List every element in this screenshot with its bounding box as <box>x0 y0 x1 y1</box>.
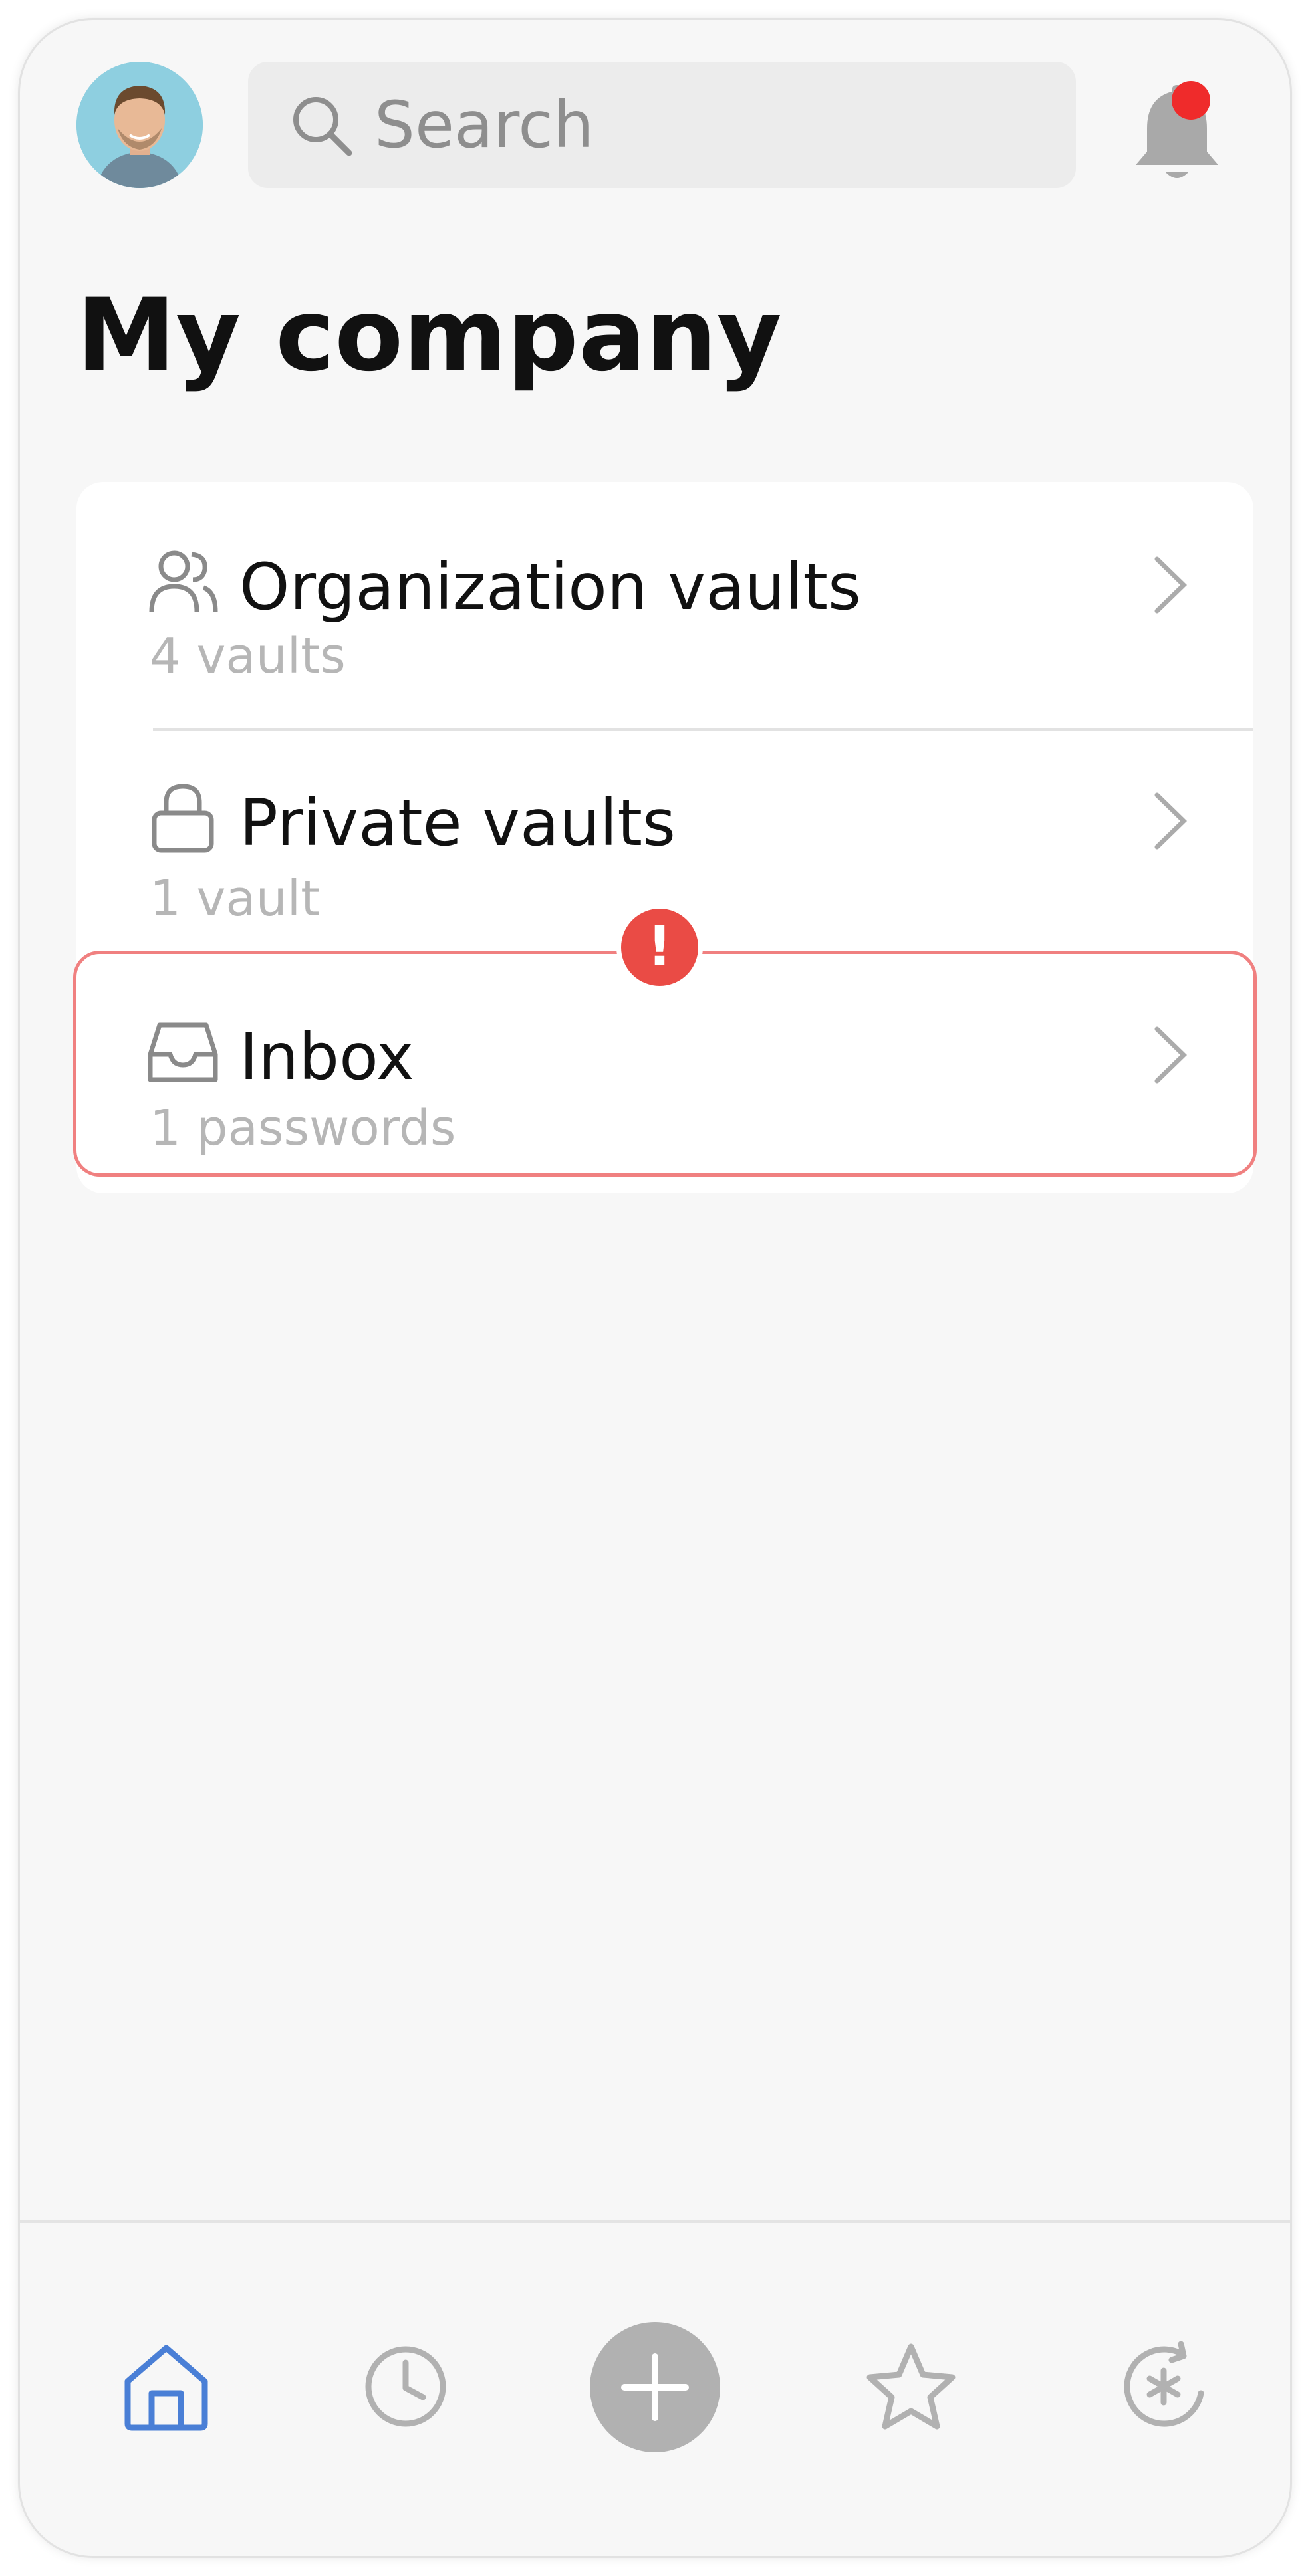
users-icon <box>149 550 218 612</box>
tabbar-divider <box>20 2220 1290 2223</box>
row-subtitle: 1 vault <box>150 870 321 927</box>
row-title: Private vaults <box>239 786 676 860</box>
chevron-right-icon <box>1154 556 1188 614</box>
row-title: Organization vaults <box>239 550 862 624</box>
notification-badge <box>1172 81 1210 120</box>
divider <box>153 728 1253 731</box>
star-icon[interactable] <box>864 2340 958 2433</box>
page-title: My company <box>76 278 782 394</box>
app-screen: Search My company Organization vaults 4 … <box>20 20 1290 2556</box>
clock-icon[interactable] <box>359 2340 452 2433</box>
home-icon[interactable] <box>120 2340 213 2433</box>
chevron-right-icon <box>1154 1026 1188 1084</box>
avatar-image <box>76 62 203 188</box>
search-icon <box>293 97 352 156</box>
add-button[interactable] <box>590 2322 720 2452</box>
password-generator-icon[interactable] <box>1117 2340 1210 2433</box>
row-subtitle: 4 vaults <box>150 628 346 685</box>
row-subtitle: 1 passwords <box>150 1100 456 1157</box>
add-icon <box>621 2353 689 2421</box>
inbox-icon <box>148 1022 218 1082</box>
lock-icon <box>152 784 214 853</box>
chevron-right-icon <box>1154 792 1188 850</box>
search-input[interactable]: Search <box>374 62 594 188</box>
search-bar[interactable]: Search <box>248 62 1076 188</box>
avatar[interactable] <box>76 62 203 188</box>
row-title: Inbox <box>239 1020 414 1094</box>
alert-badge: ! <box>616 904 703 991</box>
